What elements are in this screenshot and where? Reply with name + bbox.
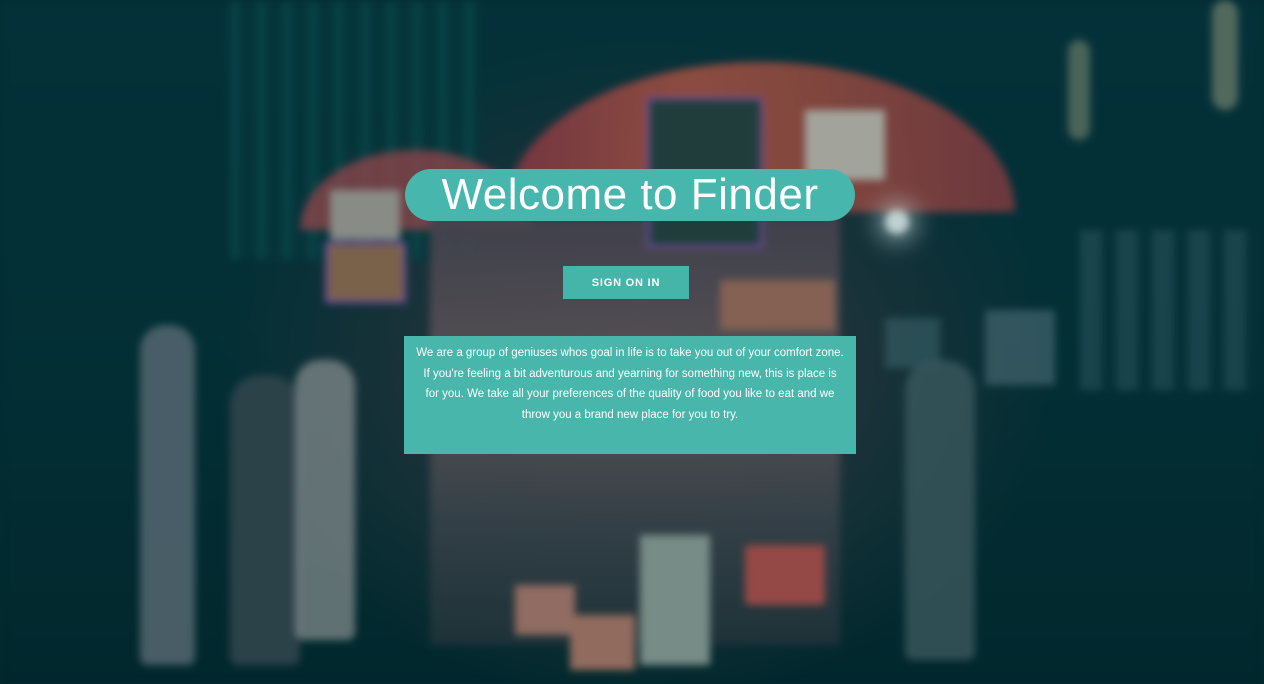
about-description: We are a group of geniuses whos goal in … bbox=[404, 336, 856, 454]
page-title: Welcome to Finder bbox=[405, 169, 855, 221]
landing-page: Welcome to Finder SIGN ON IN We are a gr… bbox=[0, 0, 1264, 684]
sign-in-button[interactable]: SIGN ON IN bbox=[563, 266, 689, 299]
